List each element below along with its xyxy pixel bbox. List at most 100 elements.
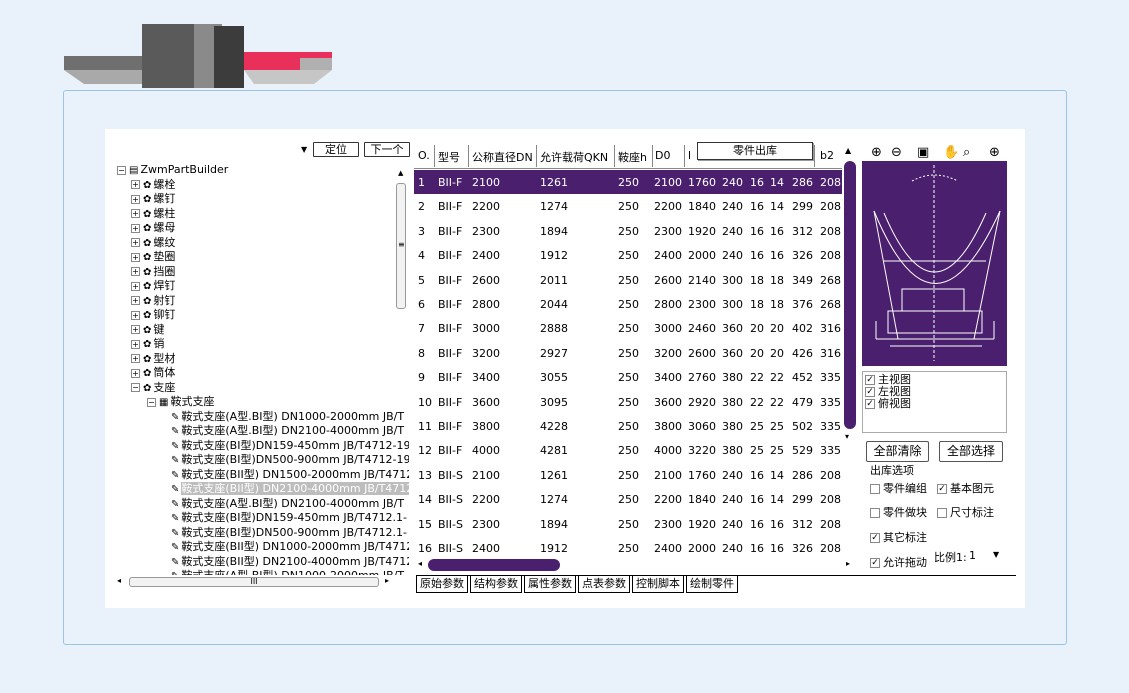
table-cell[interactable]: 250	[618, 322, 639, 335]
table-cell[interactable]: 2200	[654, 493, 682, 506]
table-cell[interactable]: 268	[820, 274, 841, 287]
tree-leaf[interactable]: ✎ 鞍式支座(BI型)DN500-900mm JB/T4712-19	[171, 453, 409, 467]
tree-category[interactable]: + ✿ 筒体	[131, 366, 175, 380]
table-cell[interactable]: 2100	[654, 469, 682, 482]
table-cell[interactable]: 22	[750, 396, 764, 409]
table-cell[interactable]: 14	[770, 469, 784, 482]
realtime-zoom-icon[interactable]: ⊕	[989, 145, 1000, 160]
table-cell[interactable]: 3400	[654, 371, 682, 384]
table-cell[interactable]: 22	[770, 371, 784, 384]
table-row[interactable]: 4 BII-F 2400 1912 250 2400 2000 240 16 16 326 208	[414, 243, 842, 267]
table-cell[interactable]: 3800	[654, 420, 682, 433]
row-index[interactable]: 1	[418, 176, 425, 189]
table-row[interactable]: 1 BII-F 2100 1261 250 2100 1760 240 16 14 286 208	[414, 170, 842, 194]
clear-all-button[interactable]: 全部清除	[866, 441, 929, 462]
table-cell[interactable]: 208	[820, 469, 841, 482]
tree-root[interactable]: − ▤ ZwmPartBuilder	[117, 163, 228, 177]
table-cell[interactable]: 250	[618, 200, 639, 213]
table-cell[interactable]: 2011	[540, 274, 568, 287]
table-cell[interactable]: 2000	[688, 249, 716, 262]
table-cell[interactable]: 3000	[654, 322, 682, 335]
expand-toggle-icon[interactable]: +	[131, 310, 140, 320]
table-cell[interactable]: BII-F	[438, 274, 462, 287]
column-header[interactable]: 型号	[438, 149, 460, 165]
table-vertical-scrollbar[interactable]: ▲ ▾	[842, 143, 857, 567]
row-index[interactable]: 2	[418, 200, 425, 213]
row-index[interactable]: 7	[418, 322, 425, 335]
table-cell[interactable]: 14	[770, 176, 784, 189]
table-cell[interactable]: 1912	[540, 542, 568, 555]
row-index[interactable]: 16	[418, 542, 432, 555]
table-cell[interactable]: BII-F	[438, 322, 462, 335]
expand-toggle-icon[interactable]: +	[131, 238, 140, 247]
table-row[interactable]: 10 BII-F 3600 3095 250 3600 2920 380 22 22 479 335	[414, 390, 842, 414]
table-cell[interactable]: 2200	[472, 493, 500, 506]
row-index[interactable]: 3	[418, 225, 425, 238]
table-cell[interactable]: 3220	[688, 444, 716, 457]
table-cell[interactable]: 2300	[654, 225, 682, 238]
table-cell[interactable]: 20	[750, 347, 764, 360]
table-cell[interactable]: 250	[618, 542, 639, 555]
row-index[interactable]: 11	[418, 420, 432, 433]
row-index[interactable]: 6	[418, 298, 425, 311]
table-cell[interactable]: 208	[820, 200, 841, 213]
table-cell[interactable]: 240	[722, 469, 743, 482]
table-row[interactable]: 15 BII-S 2300 1894 250 2300 1920 240 16 16 312 208	[414, 512, 842, 536]
table-cell[interactable]: 1760	[688, 469, 716, 482]
table-row[interactable]: 16 BII-S 2400 1912 250 2400 2000 240 16 16 326 208	[414, 536, 842, 560]
select-all-button[interactable]: 全部选择	[939, 441, 1003, 462]
table-row[interactable]: 3 BII-F 2300 1894 250 2300 1920 240 16 16 312 208	[414, 219, 842, 243]
table-cell[interactable]: 335	[820, 420, 841, 433]
expand-toggle-icon[interactable]: +	[131, 296, 140, 305]
tree-category[interactable]: + ✿ 销	[131, 337, 164, 351]
table-cell[interactable]: 286	[792, 469, 813, 482]
table-cell[interactable]: 529	[792, 444, 813, 457]
table-cell[interactable]: 502	[792, 420, 813, 433]
column-header[interactable]: O.	[418, 149, 430, 162]
zoom-in-icon[interactable]: ⊕	[871, 145, 882, 160]
checkbox[interactable]: ✓	[865, 399, 875, 409]
option-dimension[interactable]: 尺寸标注	[937, 507, 994, 519]
table-cell[interactable]: 1261	[540, 176, 568, 189]
table-cell[interactable]: 2400	[654, 249, 682, 262]
table-cell[interactable]: 2800	[472, 298, 500, 311]
table-cell[interactable]: 250	[618, 420, 639, 433]
table-cell[interactable]: 268	[820, 298, 841, 311]
column-header[interactable]: D0	[655, 149, 670, 162]
column-divider[interactable]	[684, 145, 685, 167]
checkbox[interactable]	[870, 484, 880, 494]
row-index[interactable]: 4	[418, 249, 425, 262]
expand-toggle-icon[interactable]: −	[131, 383, 140, 392]
table-cell[interactable]: 402	[792, 322, 813, 335]
table-cell[interactable]: 20	[770, 322, 784, 335]
table-cell[interactable]: 240	[722, 249, 743, 262]
scale-value[interactable]: 1	[969, 550, 976, 562]
table-cell[interactable]: 326	[792, 542, 813, 555]
tab-5[interactable]: 绘制零件	[686, 576, 738, 593]
table-cell[interactable]: BII-F	[438, 371, 462, 384]
tree-category[interactable]: + ✿ 铆钉	[131, 308, 175, 322]
table-cell[interactable]: 2100	[472, 469, 500, 482]
part-output-button[interactable]: 零件出库	[697, 142, 813, 160]
tree-leaf[interactable]: ✎ 鞍式支座(BI型)DN159-450mm JB/T4712.1-	[171, 511, 407, 525]
table-cell[interactable]: 2300	[654, 518, 682, 531]
table-cell[interactable]: 250	[618, 176, 639, 189]
table-cell[interactable]: 316	[820, 347, 841, 360]
table-cell[interactable]: BII-F	[438, 420, 462, 433]
table-cell[interactable]: 20	[770, 347, 784, 360]
table-cell[interactable]: 2200	[472, 200, 500, 213]
table-cell[interactable]: 250	[618, 444, 639, 457]
table-cell[interactable]: 16	[750, 176, 764, 189]
table-cell[interactable]: 25	[750, 444, 764, 457]
tree-category[interactable]: + ✿ 型材	[131, 352, 175, 366]
table-cell[interactable]: 2300	[472, 225, 500, 238]
table-cell[interactable]: 240	[722, 542, 743, 555]
option-basic-element[interactable]: ✓ 基本图元	[937, 483, 994, 495]
table-row[interactable]: 5 BII-F 2600 2011 250 2600 2140 300 18 18 349 268	[414, 268, 842, 292]
table-cell[interactable]: 312	[792, 518, 813, 531]
table-cell[interactable]: 316	[820, 322, 841, 335]
table-cell[interactable]: 299	[792, 493, 813, 506]
table-cell[interactable]: 16	[770, 542, 784, 555]
table-cell[interactable]: 4000	[654, 444, 682, 457]
table-cell[interactable]: 300	[722, 274, 743, 287]
